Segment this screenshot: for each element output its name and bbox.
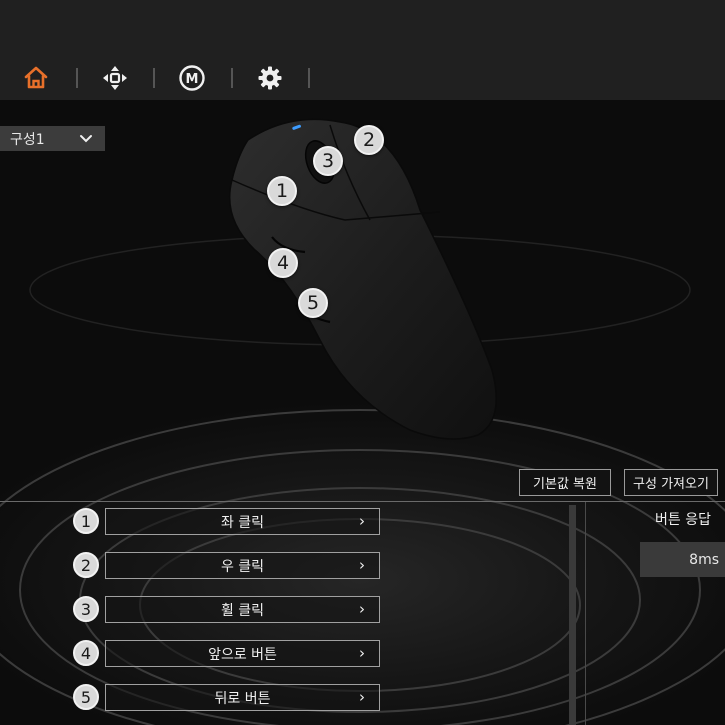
mouse-illustration — [228, 118, 497, 440]
home-icon — [24, 66, 48, 89]
mouse-stage — [0, 100, 725, 725]
button-assign-label: 앞으로 버튼 — [208, 646, 277, 663]
macro-icon-letter: M — [186, 72, 199, 87]
button-assign-left-click[interactable]: 좌 클릭 › — [105, 508, 380, 535]
nav-macro-button[interactable]: M — [172, 58, 212, 98]
chevron-right-icon: › — [359, 556, 365, 574]
button-assign-label: 휠 클릭 — [220, 602, 265, 619]
button-assign-label: 우 클릭 — [220, 558, 265, 575]
profile-dropdown[interactable]: 구성1 — [0, 126, 105, 151]
mouse-badge-4: 4 — [268, 248, 298, 278]
chevron-right-icon: › — [359, 600, 365, 618]
button-assign-label: 좌 클릭 — [220, 514, 265, 531]
stage-background — [0, 118, 725, 725]
profile-label: 구성1 — [10, 131, 45, 148]
nav-home-button[interactable] — [16, 58, 56, 98]
nav-separator — [153, 68, 155, 88]
button-response-label: 버튼 응답 — [655, 512, 711, 528]
chevron-down-icon — [80, 134, 92, 142]
chevron-right-icon: › — [359, 688, 365, 706]
button-assign-back[interactable]: 뒤로 버튼 › — [105, 684, 380, 711]
import-config-button[interactable]: 구성 가져오기 — [624, 469, 718, 496]
main-nav: M — [0, 58, 725, 98]
nav-dpad-button[interactable] — [95, 58, 135, 98]
chevron-right-icon: › — [359, 644, 365, 662]
macro-icon: M — [179, 65, 205, 91]
mouse-badge-1: 1 — [267, 176, 297, 206]
button-assign-forward[interactable]: 앞으로 버튼 › — [105, 640, 380, 667]
nav-separator — [308, 68, 310, 88]
button-assign-right-click[interactable]: 우 클릭 › — [105, 552, 380, 579]
nav-separator — [76, 68, 78, 88]
nav-separator — [231, 68, 233, 88]
panel-divider — [585, 502, 586, 725]
mouse-badge-3: 3 — [313, 146, 343, 176]
button-assign-label: 뒤로 버튼 — [214, 690, 271, 707]
mouse-badge-5: 5 — [298, 288, 328, 318]
button-number-4: 4 — [73, 640, 99, 666]
mouse-badge-2: 2 — [354, 125, 384, 155]
button-assign-wheel-click[interactable]: 휠 클릭 › — [105, 596, 380, 623]
button-number-2: 2 — [73, 552, 99, 578]
button-number-5: 5 — [73, 684, 99, 710]
button-response-value[interactable]: 8ms — [640, 542, 725, 577]
reset-defaults-button[interactable]: 기본값 복원 — [519, 469, 611, 496]
dpad-icon — [103, 66, 127, 90]
button-number-1: 1 — [73, 508, 99, 534]
chevron-right-icon: › — [359, 512, 365, 530]
nav-settings-button[interactable] — [250, 58, 290, 98]
button-number-3: 3 — [73, 596, 99, 622]
button-list-scrollbar[interactable] — [569, 505, 576, 725]
section-divider — [0, 501, 725, 502]
gear-icon — [258, 66, 282, 90]
